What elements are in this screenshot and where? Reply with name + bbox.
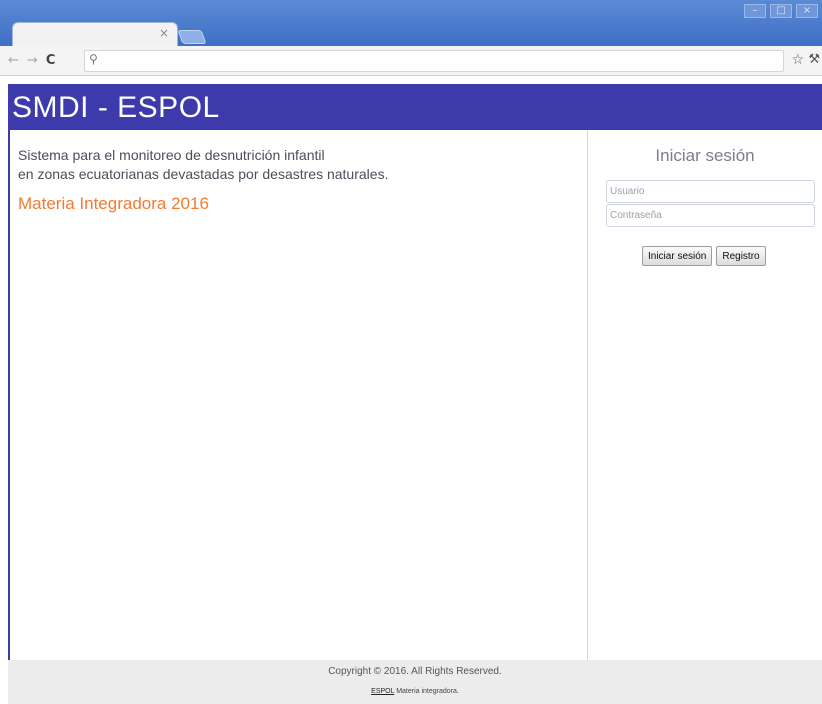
login-title: Iniciar sesión	[655, 146, 755, 165]
web-page: SMDI - ESPOL Sistema para el monitoreo d…	[0, 76, 822, 704]
reload-icon[interactable]: C	[46, 53, 56, 68]
footer-suffix: Materia integradora.	[394, 688, 459, 695]
browser-titlebar: × – □ ×	[0, 0, 822, 46]
description-line-1: Sistema para el monitoreo de desnutrició…	[18, 147, 325, 163]
login-buttons: Iniciar sesión Registro	[642, 246, 766, 266]
username-input[interactable]	[606, 180, 815, 203]
subtitle: Materia Integradora 2016	[18, 194, 209, 213]
copyright-text: Copyright © 2016. All Rights Reserved.	[328, 666, 502, 677]
login-button[interactable]: Iniciar sesión	[642, 246, 713, 266]
app-header: SMDI - ESPOL	[8, 84, 822, 130]
address-bar[interactable]: ⚲	[84, 50, 784, 72]
new-tab-button[interactable]	[177, 30, 207, 44]
footer: Copyright © 2016. All Rights Reserved. E…	[8, 660, 822, 704]
footer-note: ESPOL Materia integradora.	[8, 688, 822, 695]
maximize-icon[interactable]: □	[770, 4, 792, 18]
search-icon: ⚲	[89, 52, 98, 66]
browser-tab[interactable]: ×	[12, 22, 178, 46]
back-icon[interactable]: ←	[8, 53, 19, 68]
close-window-icon[interactable]: ×	[796, 4, 818, 18]
minimize-icon[interactable]: –	[744, 4, 766, 18]
password-input[interactable]	[606, 204, 815, 227]
description-line-2: en zonas ecuatorianas devastadas por des…	[18, 166, 389, 182]
forward-icon[interactable]: →	[27, 53, 38, 68]
bookmark-star-icon[interactable]: ☆	[791, 52, 804, 68]
wrench-icon[interactable]: ⚒	[808, 52, 820, 67]
espol-link[interactable]: ESPOL	[371, 688, 394, 695]
description: Sistema para el monitoreo de desnutrició…	[18, 146, 388, 184]
page-title: SMDI - ESPOL	[12, 91, 220, 124]
main-content: Sistema para el monitoreo de desnutrició…	[10, 130, 588, 660]
tab-close-icon[interactable]: ×	[159, 26, 169, 40]
browser-toolbar: ← → C ⚲ ☆ ⚒	[0, 46, 822, 76]
login-panel: Iniciar sesión Iniciar sesión Registro	[588, 130, 822, 660]
register-button[interactable]: Registro	[716, 246, 766, 266]
window-controls: – □ ×	[744, 4, 818, 18]
